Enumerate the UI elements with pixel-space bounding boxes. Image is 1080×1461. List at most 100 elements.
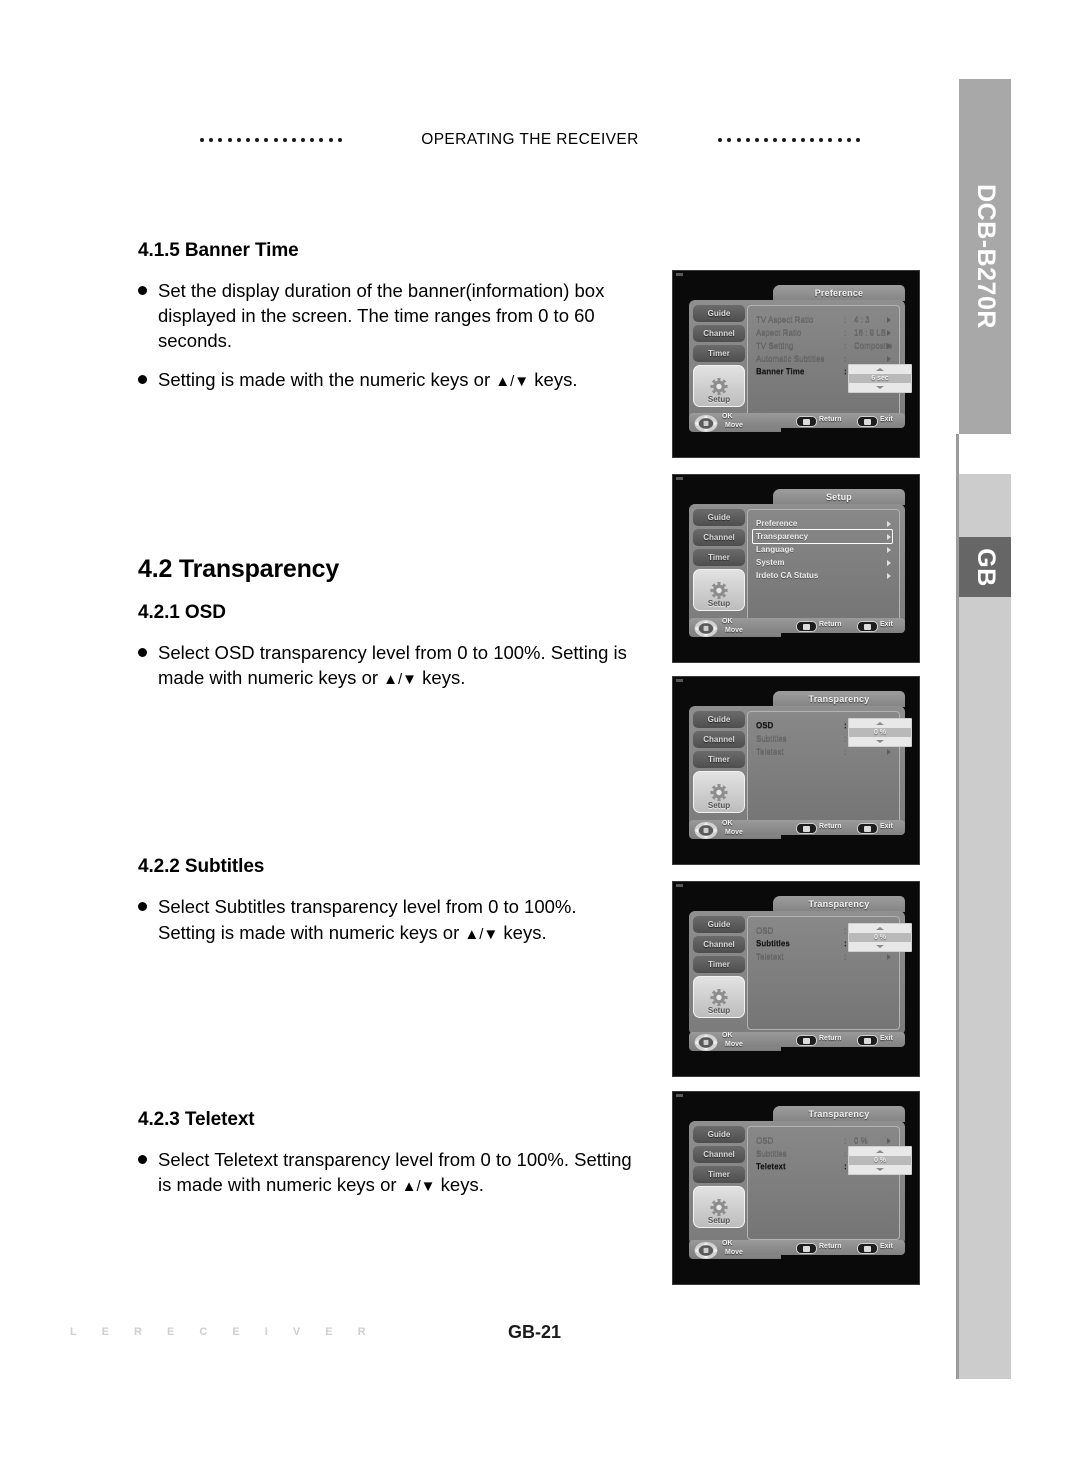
osd-tab-setup[interactable]: Setup	[693, 976, 745, 1018]
return-key-icon[interactable]	[796, 1243, 817, 1254]
osd-tab-setup[interactable]: Setup	[693, 569, 745, 611]
stepper-down-icon[interactable]	[849, 383, 911, 392]
osd-tab-channel[interactable]: Channel	[693, 936, 745, 953]
return-key-icon[interactable]	[796, 416, 817, 427]
stepper-down-icon[interactable]	[849, 942, 911, 951]
help-exit-label: Exit	[880, 1243, 893, 1250]
osd-row-system[interactable]: System	[756, 556, 893, 569]
osd-screenshot-transparency-teletext: Transparency Guide Channel Timer Setup OSD: 0 …	[672, 1091, 920, 1285]
chevron-right-icon[interactable]	[887, 748, 891, 755]
value-stepper[interactable]: 0 %	[848, 923, 912, 952]
value-stepper[interactable]: 0 %	[848, 718, 912, 747]
chevron-right-icon[interactable]	[887, 316, 891, 323]
osd-tab-guide[interactable]: Guide	[693, 509, 745, 526]
chevron-right-icon[interactable]	[887, 329, 891, 336]
exit-key-icon[interactable]	[857, 1243, 878, 1254]
help-move-label: Move	[725, 829, 743, 836]
help-move-label: Move	[725, 1041, 743, 1048]
osd-tab-channel[interactable]: Channel	[693, 529, 745, 546]
osd-screenshot-preference-menu: Preference Guide Channel Timer Setup TV Aspec…	[672, 270, 920, 458]
osd-row-separator: :	[844, 315, 847, 324]
osd-tab-setup-label: Setup	[707, 599, 731, 608]
keycap-glyph-icon	[803, 418, 810, 425]
value-stepper[interactable]: 6 sec	[848, 364, 912, 393]
osd-screenshot-transparency-subtitles: Transparency Guide Channel Timer Setup OSD: Su…	[672, 881, 920, 1077]
osd-help-bar: OK Move Return Exit	[689, 413, 905, 435]
dpad-icon	[694, 1033, 718, 1052]
footer-watermark: L E R E C E I V E R	[70, 1326, 377, 1338]
osd-tab-channel[interactable]: Channel	[693, 1146, 745, 1163]
chevron-right-icon[interactable]	[887, 342, 891, 349]
osd-tab-timer[interactable]: Timer	[693, 956, 745, 973]
help-return-label: Return	[819, 416, 842, 423]
bullet-text: Set the display duration of the banner(i…	[158, 280, 605, 352]
exit-key-icon[interactable]	[857, 823, 878, 834]
chevron-right-icon[interactable]	[887, 1137, 891, 1144]
osd-tab-strip: Guide Channel Timer Setup	[693, 711, 745, 813]
osd-row-irdeto-ca-status[interactable]: Irdeto CA Status	[756, 569, 893, 582]
osd-tab-guide[interactable]: Guide	[693, 916, 745, 933]
keycap-glyph-icon	[864, 1037, 871, 1044]
triangle-down-icon	[876, 1168, 884, 1171]
osd-row-language[interactable]: Language	[756, 543, 893, 556]
osd-row-aspect-ratio[interactable]: Aspect Ratio:16 : 9 LB	[756, 326, 893, 339]
osd-tab-timer[interactable]: Timer	[693, 751, 745, 768]
value-stepper[interactable]: 0 %	[848, 1146, 912, 1175]
stepper-up-icon[interactable]	[849, 365, 911, 374]
chevron-right-icon[interactable]	[887, 355, 891, 362]
chevron-right-icon[interactable]	[887, 572, 891, 579]
return-key-icon[interactable]	[796, 621, 817, 632]
osd-title-transparency-osd: Transparency	[773, 691, 905, 707]
osd-tab-guide[interactable]: Guide	[693, 1126, 745, 1143]
bullet-text: Select Subtitles transparency level from…	[158, 896, 577, 943]
osd-row-separator: :	[844, 341, 847, 350]
chevron-right-icon[interactable]	[887, 559, 891, 566]
screenshot-corner-marker	[676, 273, 683, 276]
heading-osd: 4.2.1 OSD	[138, 601, 226, 623]
gear-icon	[710, 783, 728, 802]
osd-row-transparency[interactable]: Transparency	[752, 529, 893, 544]
osd-tab-setup[interactable]: Setup	[693, 1186, 745, 1228]
stepper-down-icon[interactable]	[849, 1165, 911, 1174]
osd-tab-timer[interactable]: Timer	[693, 345, 745, 362]
osd-stage: Transparency Guide Channel Timer Setup OSD: Su…	[683, 691, 912, 856]
triangle-up-icon	[876, 368, 884, 371]
screenshot-corner-marker	[676, 477, 683, 480]
help-move-label: Move	[725, 422, 743, 429]
osd-tab-guide[interactable]: Guide	[693, 305, 745, 322]
stepper-up-icon[interactable]	[849, 719, 911, 728]
osd-tab-timer[interactable]: Timer	[693, 1166, 745, 1183]
return-key-icon[interactable]	[796, 1035, 817, 1046]
osd-tab-setup[interactable]: Setup	[693, 771, 745, 813]
chevron-right-icon[interactable]	[887, 520, 891, 527]
chevron-right-icon[interactable]	[887, 546, 891, 553]
osd-row-label: Subtitles	[756, 939, 790, 948]
return-key-icon[interactable]	[796, 823, 817, 834]
osd-tab-guide[interactable]: Guide	[693, 711, 745, 728]
chevron-right-icon[interactable]	[887, 953, 891, 960]
osd-tab-setup[interactable]: Setup	[693, 365, 745, 407]
osd-row-label: Teletext	[756, 747, 784, 756]
gear-icon	[710, 581, 728, 600]
keycap-glyph-icon	[803, 825, 810, 832]
osd-row-label: Aspect Ratio	[756, 328, 802, 337]
osd-row-tv-setting[interactable]: TV Setting: Composite	[756, 339, 893, 352]
exit-key-icon[interactable]	[857, 621, 878, 632]
stepper-up-icon[interactable]	[849, 924, 911, 933]
osd-row-label: OSD	[756, 926, 774, 935]
osd-tab-channel[interactable]: Channel	[693, 325, 745, 342]
stepper-down-icon[interactable]	[849, 737, 911, 746]
exit-key-icon[interactable]	[857, 416, 878, 427]
stepper-up-icon[interactable]	[849, 1147, 911, 1156]
osd-tab-channel[interactable]: Channel	[693, 731, 745, 748]
osd-row-preference[interactable]: Preference	[756, 517, 893, 530]
osd-row-label: Teletext	[756, 952, 784, 961]
exit-key-icon[interactable]	[857, 1035, 878, 1046]
osd-tab-timer[interactable]: Timer	[693, 549, 745, 566]
osd-row-label: Subtitles	[756, 734, 787, 743]
osd-tab-setup-label: Setup	[707, 1216, 731, 1225]
osd-row-label: TV Setting	[756, 341, 794, 350]
osd-row-tv-aspect-ratio[interactable]: TV Aspect Ratio:4 : 3	[756, 313, 893, 326]
chevron-right-icon[interactable]	[887, 533, 891, 540]
